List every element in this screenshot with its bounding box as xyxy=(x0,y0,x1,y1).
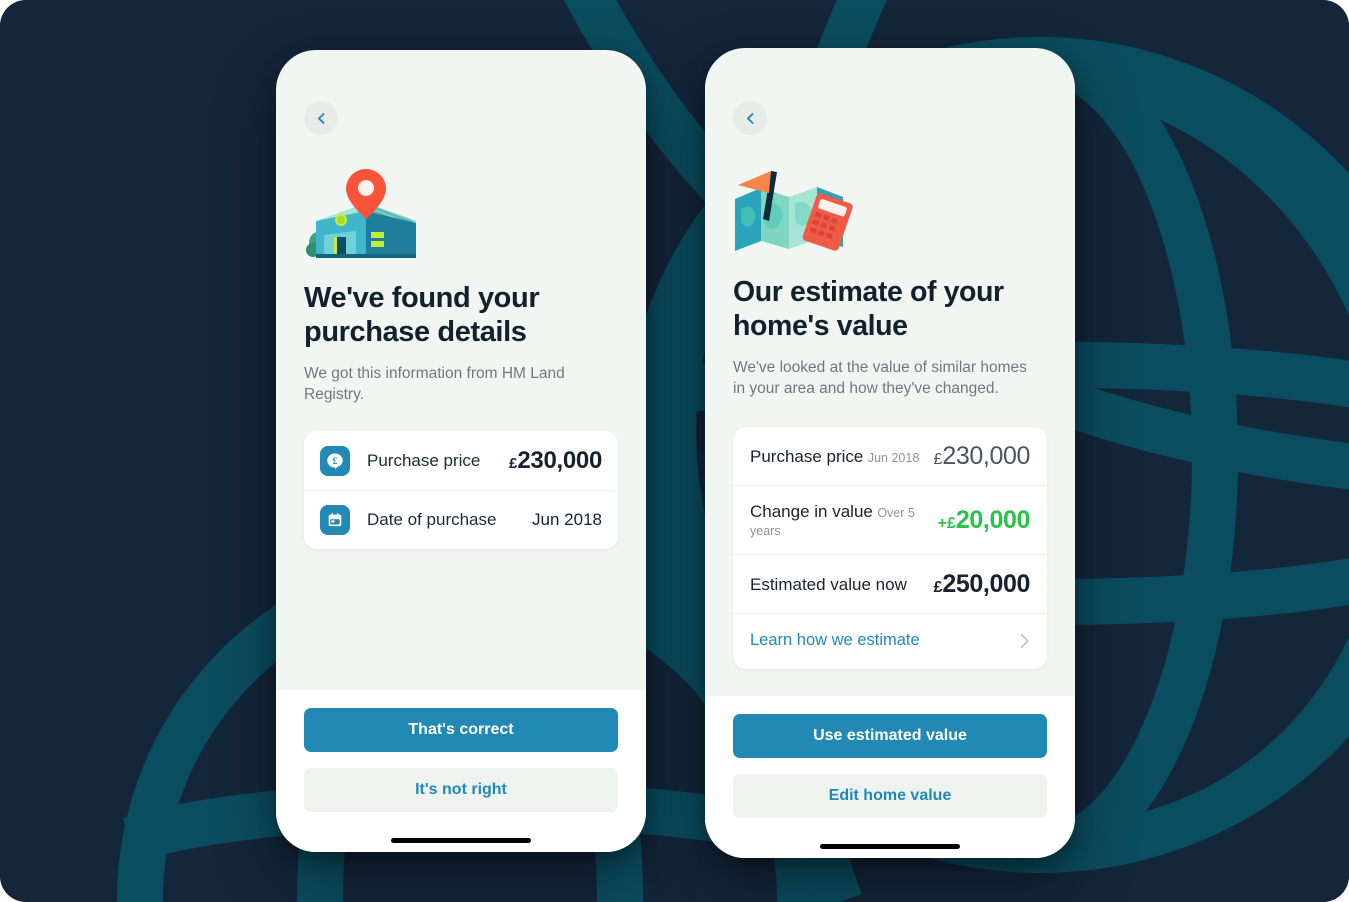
chevron-right-icon xyxy=(1021,633,1029,648)
table-row-purchase-price: Purchase price Jun 2018 £230,000 xyxy=(733,427,1047,485)
phone-purchase-details: We've found your purchase details We got… xyxy=(276,50,646,852)
row-label: Purchase price xyxy=(367,450,481,470)
thats-correct-button[interactable]: That's correct xyxy=(304,708,618,752)
chevron-left-icon xyxy=(317,112,324,124)
back-button[interactable] xyxy=(304,101,338,135)
row-value: £230,000 xyxy=(509,447,602,475)
table-row-change-in-value: Change in value Over 5 years +£20,000 xyxy=(733,485,1047,554)
amount: 230,000 xyxy=(517,446,602,474)
home-value-card: Purchase price Jun 2018 £230,000 Change … xyxy=(733,427,1047,669)
table-row-date-of-purchase: Date of purchase Jun 2018 xyxy=(304,490,618,549)
home-indicator xyxy=(820,844,960,849)
currency-symbol: +£ xyxy=(937,515,956,532)
row-sublabel: Jun 2018 xyxy=(867,451,920,465)
footer-actions: Use estimated value Edit home value xyxy=(705,696,1075,858)
edit-home-value-button[interactable]: Edit home value xyxy=(733,774,1047,818)
amount: 230,000 xyxy=(942,442,1030,470)
row-text: Change in value Over 5 years xyxy=(750,501,938,540)
row-text: Estimated value now xyxy=(750,574,934,595)
phone-home-value-estimate: Our estimate of your home's value We've … xyxy=(705,48,1075,858)
row-label: Estimated value now xyxy=(750,575,907,594)
calendar-icon xyxy=(320,505,350,535)
learn-how-we-estimate-link[interactable]: Learn how we estimate xyxy=(733,613,1047,669)
row-value: Jun 2018 xyxy=(532,510,602,529)
table-row-estimated-value-now: Estimated value now £250,000 xyxy=(733,554,1047,613)
page-subtitle: We got this information from HM Land Reg… xyxy=(304,365,565,403)
row-label: Purchase price xyxy=(750,447,864,466)
row-value: £230,000 xyxy=(934,442,1031,471)
link-label: Learn how we estimate xyxy=(750,631,920,649)
row-text: Purchase price Jun 2018 xyxy=(750,446,934,467)
page-subtitle: We've looked at the value of similar hom… xyxy=(733,359,1027,397)
folded-map-flag-calculator-illustration xyxy=(733,163,1047,259)
background-pattern xyxy=(0,0,1349,902)
row-label: Change in value xyxy=(750,502,873,521)
row-value: +£20,000 xyxy=(937,506,1031,535)
chevron-left-icon xyxy=(746,112,753,124)
amount: 250,000 xyxy=(942,570,1030,598)
use-estimated-value-button[interactable]: Use estimated value xyxy=(733,714,1047,758)
its-not-right-button[interactable]: It's not right xyxy=(304,768,618,812)
screenshot-canvas: We've found your purchase details We got… xyxy=(0,0,1349,902)
row-value: £250,000 xyxy=(934,570,1031,599)
screen-content-purchase-details: We've found your purchase details We got… xyxy=(276,50,646,690)
screen-content-home-value-estimate: Our estimate of your home's value We've … xyxy=(705,48,1075,696)
back-button[interactable] xyxy=(733,101,767,135)
svg-text:£: £ xyxy=(333,457,338,467)
pound-speech-bubble-icon: £ xyxy=(320,445,350,476)
page-title: We've found your purchase details xyxy=(304,282,540,348)
footer-actions: That's correct It's not right xyxy=(276,690,646,852)
amount: 20,000 xyxy=(955,506,1030,534)
table-row-purchase-price: £ Purchase price £230,000 xyxy=(304,431,618,490)
purchase-details-card: £ Purchase price £230,000 Date of purcha… xyxy=(304,431,618,549)
page-title: Our estimate of your home's value xyxy=(733,276,1004,342)
home-indicator xyxy=(391,838,531,843)
row-label: Date of purchase xyxy=(367,510,497,529)
house-with-map-pin-illustration xyxy=(304,165,618,265)
